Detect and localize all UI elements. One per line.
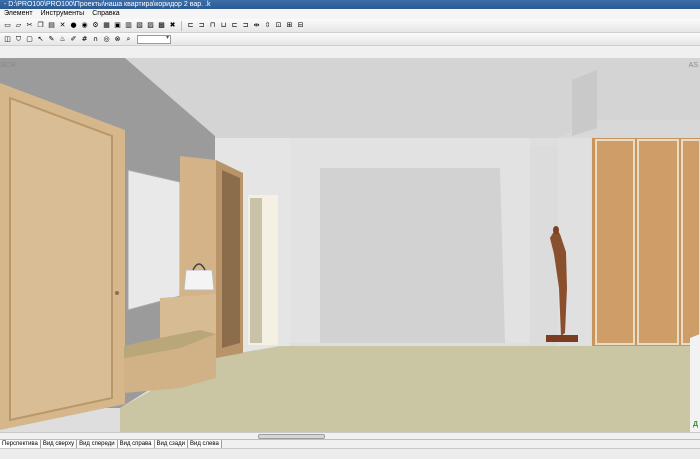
align-center-icon[interactable]: ⊐ [197,21,206,30]
main-toolbar: ▭ ▱ ✂ ❐ ▤ ✕ ● ◉ ⚙ ▦ ▣ ▥ ▧ ▨ ▩ ✖ ⊏ ⊐ ⊓ ⊔ ⊏ ⊐ ⇹ ⇳ ⊡ ⊞ ⊟ [0,19,700,33]
cube-icon[interactable]: ◫ [3,35,12,44]
zoom-icon[interactable]: ⌕ [124,35,133,44]
wardrobe-door-2 [637,139,679,345]
globe-icon[interactable]: ● [69,21,78,30]
view-label-right: AS [688,62,698,69]
edge-wall [690,334,700,434]
shield-icon[interactable]: ⛉ [14,35,23,44]
delete-icon[interactable]: ✕ [58,21,67,30]
chevron-down-icon: ▾ [165,34,169,41]
door-panel [9,96,113,422]
paste-icon[interactable]: ▤ [47,21,56,30]
menu-item[interactable]: Элемент [0,9,37,19]
view5-icon[interactable]: ▨ [146,21,155,30]
folder-icon[interactable]: ▭ [3,21,12,30]
doorway-shade [250,198,262,343]
view4-icon[interactable]: ▧ [135,21,144,30]
zoom-select[interactable]: ▾ [137,34,171,44]
menu-item[interactable]: Инструменты [37,9,89,19]
wardrobe-door-3 [681,139,700,345]
cut-icon[interactable]: ✂ [25,21,34,30]
3d-viewport[interactable] [0,58,700,434]
align-left-icon[interactable]: ⊏ [186,21,195,30]
view-tab[interactable]: Вид спереди [77,440,118,448]
view-tab[interactable]: Перспектива [0,440,41,448]
view-tab[interactable]: Вид справа [117,440,155,448]
view-label-bottom-right: Д [693,421,698,428]
edit-toolbar: ◫ ⛉ ▢ ↖ ✎ ♨ ✐ # ∩ ◎ ⊗ ⌕ ▾ [0,33,700,46]
view-tab[interactable]: Вид сзади [154,440,188,448]
align-middle-icon[interactable]: ⊏ [230,21,239,30]
align-top-icon[interactable]: ⊔ [219,21,228,30]
toolbar-separator [181,20,182,31]
menu-bar: Элемент Инструменты Справка [0,9,700,19]
ceiling-box [572,70,597,136]
target-icon[interactable]: ◎ [102,35,111,44]
distribute-h-icon[interactable]: ⇹ [252,21,261,30]
align-right-icon[interactable]: ⊓ [208,21,217,30]
pencil-icon[interactable]: ✐ [69,35,78,44]
open-icon[interactable]: ▱ [14,21,23,30]
select-icon[interactable]: ▢ [25,35,34,44]
view6-icon[interactable]: ▩ [157,21,166,30]
mirror [127,169,181,311]
window-title: - D:\PRO100\PRO100\Проекты\наша квартира… [4,1,211,8]
size-icon[interactable]: ⊡ [274,21,283,30]
magnet-icon[interactable]: ∩ [91,35,100,44]
size2-icon[interactable]: ⊞ [285,21,294,30]
wall-niche [320,168,505,343]
copy-icon[interactable]: ❐ [36,21,45,30]
horizontal-scrollbar[interactable] [0,432,700,439]
sphere-icon[interactable]: ◉ [80,21,89,30]
handbag [183,269,215,291]
pointer-icon[interactable]: ↖ [36,35,45,44]
status-bar [0,448,700,459]
sculpture-base [546,335,578,342]
cabinet-opening [222,170,240,348]
stop-icon[interactable]: ⊗ [113,35,122,44]
view3-icon[interactable]: ▥ [124,21,133,30]
settings-icon[interactable]: ⚙ [91,21,100,30]
align-bottom-icon[interactable]: ⊐ [241,21,250,30]
wardrobe-door-1 [595,139,635,345]
view-icon[interactable]: ▦ [102,21,111,30]
distribute-v-icon[interactable]: ⇳ [263,21,272,30]
view-tabs: Перспектива Вид сверху Вид спереди Вид спра… [0,439,700,448]
light-icon[interactable]: ♨ [58,35,67,44]
window-title-bar: - D:\PRO100\PRO100\Проекты\наша квартира… [0,0,700,9]
view-label-left: ВСЯ [1,62,16,69]
paint-icon[interactable]: ✎ [47,35,56,44]
cross-icon[interactable]: ✖ [168,21,177,30]
room-render [0,58,700,434]
size3-icon[interactable]: ⊟ [296,21,305,30]
view2-icon[interactable]: ▣ [113,21,122,30]
view-tab[interactable]: Вид сверху [40,440,78,448]
door-handle [115,291,119,295]
view-tab[interactable]: Вид слева [187,440,222,448]
grid-icon[interactable]: # [80,35,89,44]
menu-item[interactable]: Справка [88,9,123,19]
